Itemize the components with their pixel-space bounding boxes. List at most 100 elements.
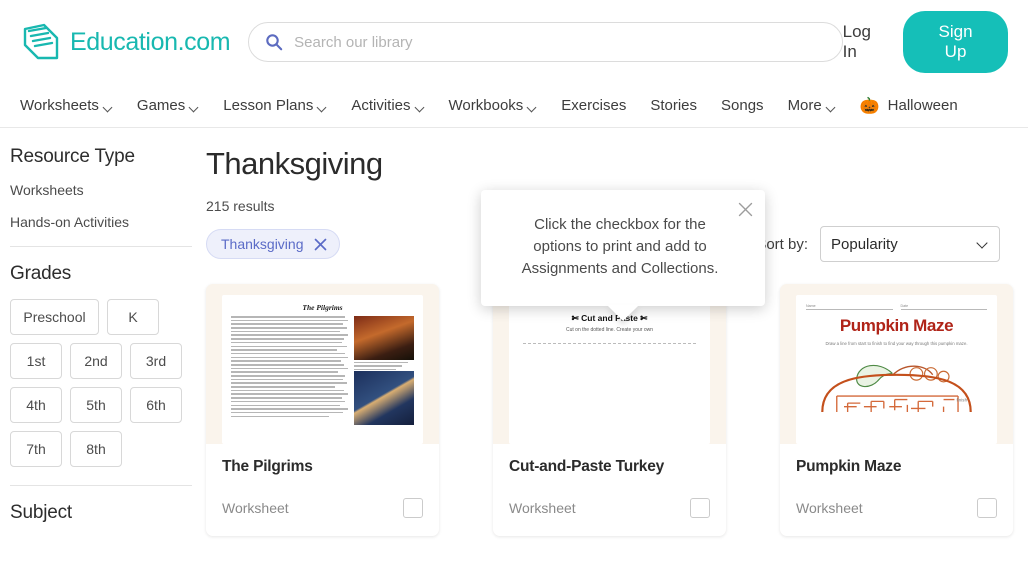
chevron-down-icon [416,104,425,110]
card-checkbox[interactable] [690,498,710,518]
search-input[interactable] [294,33,826,51]
nav-item-exercises[interactable]: Exercises [561,97,626,114]
resource-type-heading: Resource Type [10,146,135,167]
card-body: Pumpkin Maze Worksheet [780,444,1013,536]
chevron-down-icon [827,104,836,110]
nav-item-stories[interactable]: Stories [650,97,697,114]
page-body: Resource Type Worksheets Hands-on Activi… [0,128,1028,578]
grade-chip-preschool[interactable]: Preschool [10,299,99,335]
preview-date-label: Date [900,304,987,310]
worksheet-preview: Name Date Pumpkin Maze Draw a line from … [796,295,997,444]
nav-item-activities[interactable]: Activities [351,97,424,114]
nav-label: Workbooks [448,97,524,114]
nav-item-songs[interactable]: Songs [721,97,764,114]
chevron-down-icon [104,104,113,110]
preview-title: The Pilgrims [302,303,343,312]
nav-item-games[interactable]: Games [137,97,199,114]
scissors-icon: ✄ [640,313,648,323]
header-actions: Log In Sign Up [843,11,1008,73]
preview-text-block [231,316,349,425]
card-type-label: Worksheet [796,500,863,516]
card-checkbox[interactable] [977,498,997,518]
filter-hands-on-activities[interactable]: Hands-on Activities [10,214,200,230]
nav-label: Games [136,97,186,114]
grade-chip-6th[interactable]: 6th [130,387,182,423]
sidebar-divider-1 [10,246,192,247]
results-main: Thanksgiving 215 results Thanksgiving So… [200,128,1028,578]
active-filter-chip[interactable]: Thanksgiving [206,229,340,259]
signup-button[interactable]: Sign Up [903,11,1008,73]
active-filter-label: Thanksgiving [221,236,304,252]
nav-item-workbooks[interactable]: Workbooks [449,97,538,114]
worksheet-preview: The Pilgrims [222,295,423,444]
grade-chip-k[interactable]: K [107,299,159,335]
tooltip-arrow [607,305,639,321]
grade-chip-1st[interactable]: 1st [10,343,62,379]
sort-select[interactable]: Popularity Relevance Newest Most Downloa… [820,226,1000,262]
preview-image-painting [354,316,414,360]
card-title: Pumpkin Maze [796,458,902,475]
filter-worksheets[interactable]: Worksheets [10,182,200,198]
nav-item-worksheets[interactable]: Worksheets [20,97,113,114]
preview-title: Pumpkin Maze [839,316,954,335]
grade-chip-7th[interactable]: 7th [10,431,62,467]
result-card-pumpkin-maze[interactable]: Name Date Pumpkin Maze Draw a line from … [780,284,1013,536]
nav-item-lesson-plans[interactable]: Lesson Plans [223,97,327,114]
subject-heading: Subject [10,502,72,523]
nav-label: More [787,97,822,114]
sort-control: Sort by: Popularity Relevance Newest Mos… [756,226,1000,262]
nav-item-halloween[interactable]: 🎃 Halloween [860,96,958,116]
card-title: The Pilgrims [222,458,313,475]
preview-subtitle: Draw a line from start to finish to find… [825,341,968,346]
page-title: Thanksgiving [206,146,383,181]
close-icon[interactable] [314,238,327,251]
login-link[interactable]: Log In [843,22,887,62]
results-grid: The Pilgrims The Pilgrims Worksheet ✄ Cu… [206,284,1028,578]
grade-chip-5th[interactable]: 5th [70,387,122,423]
card-body: The Pilgrims Worksheet [206,444,439,536]
preview-caption [354,362,414,371]
card-thumbnail: The Pilgrims [206,284,439,444]
card-footer: Worksheet [796,498,997,518]
scissors-icon: ✄ [571,313,579,323]
preview-subtitle: Cut on the dotted line. Create your own [566,327,653,333]
sidebar-divider-2 [10,485,192,486]
site-logo[interactable]: Education.com [20,21,231,63]
chevron-down-icon [318,104,327,110]
checkbox-help-tooltip: Click the checkbox for the options to pr… [481,190,765,321]
tooltip-text: Click the checkbox for the options to pr… [521,216,719,277]
svg-text:finish: finish [957,397,968,402]
chevron-down-icon [528,104,537,110]
card-checkbox[interactable] [403,498,423,518]
main-navigation: Worksheets Games Lesson Plans Activities… [0,84,1028,128]
card-type-label: Worksheet [222,500,289,516]
nav-label: Songs [721,97,764,114]
card-type-label: Worksheet [509,500,576,516]
nav-label: Worksheets [20,97,99,114]
grade-chip-8th[interactable]: 8th [70,431,122,467]
grade-chip-grid: Preschool K 1st 2nd 3rd 4th 5th 6th 7th … [10,299,200,467]
card-title: Cut-and-Paste Turkey [509,458,665,475]
education-logo-icon [23,23,59,60]
nav-label: Lesson Plans [223,97,314,114]
search-icon [266,34,283,51]
grade-chip-4th[interactable]: 4th [10,387,62,423]
nav-item-more[interactable]: More [788,97,836,114]
site-header: Education.com Log In Sign Up [0,0,1028,84]
nav-label: Exercises [561,97,627,114]
card-body: Cut-and-Paste Turkey Worksheet [493,444,726,536]
logo-text: Education.com [70,27,231,56]
search-bar[interactable] [248,22,843,62]
preview-image-portrait [354,371,414,425]
result-card-the-pilgrims[interactable]: The Pilgrims The Pilgrims Worksheet [206,284,439,536]
grade-chip-3rd[interactable]: 3rd [130,343,182,379]
grade-chip-2nd[interactable]: 2nd [70,343,122,379]
grades-heading: Grades [10,263,72,284]
nav-label: Activities [351,97,411,114]
preview-name-label: Name [806,304,893,310]
card-footer: Worksheet [222,498,423,518]
close-icon[interactable] [738,202,753,217]
sort-select-shell: Popularity Relevance Newest Most Downloa… [820,226,1000,262]
nav-label: Stories [650,97,698,114]
result-card-cut-and-paste-turkey[interactable]: ✄ Cut and Paste ✄ Cut on the dotted line… [493,284,726,536]
